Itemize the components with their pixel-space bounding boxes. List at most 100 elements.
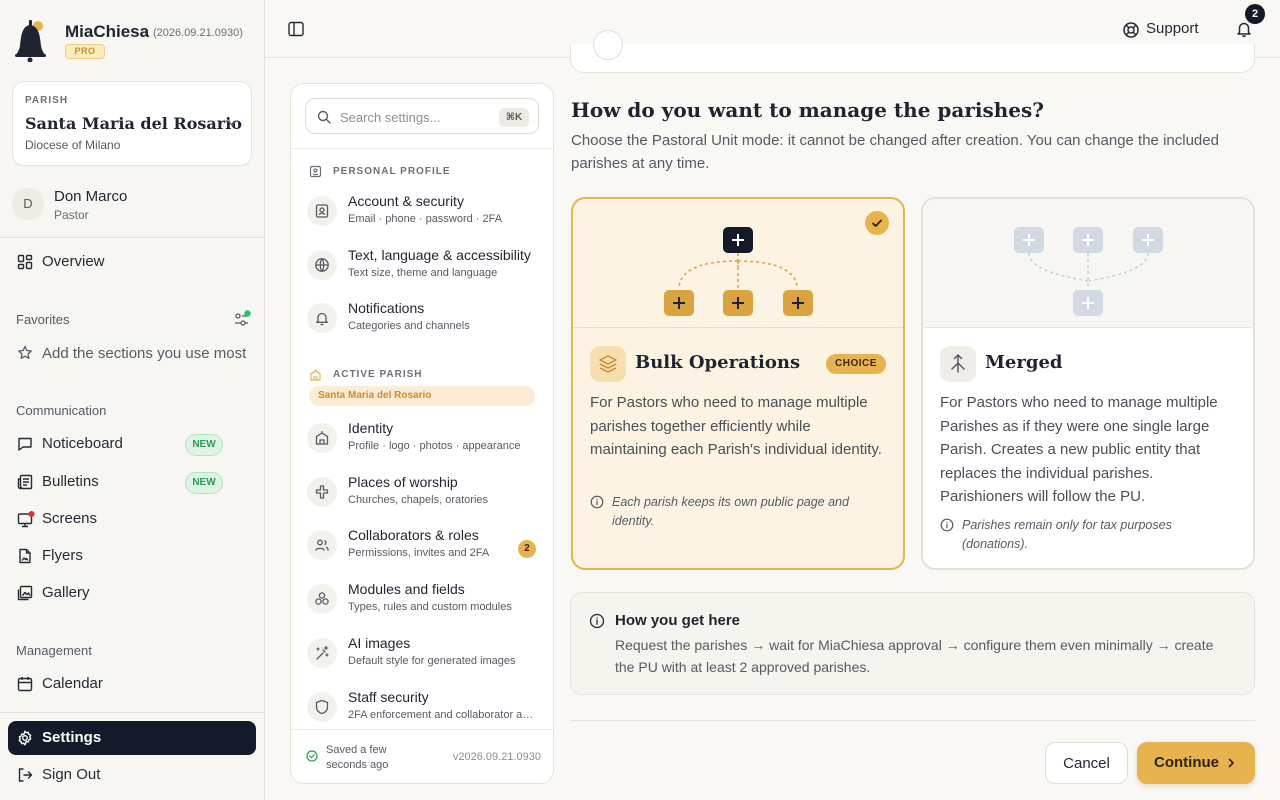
- parish-switcher[interactable]: PARISH Santa Maria del Rosario Diocese o…: [12, 81, 252, 166]
- nav-label: Sign Out: [42, 766, 101, 783]
- continue-button[interactable]: Continue: [1137, 742, 1255, 784]
- nav-label: Overview: [42, 253, 105, 270]
- nav-gallery[interactable]: Gallery: [8, 576, 256, 610]
- merge-diagram-icon: [1014, 227, 1163, 316]
- user-profile[interactable]: D Don Marco Pastor: [12, 186, 252, 226]
- settings-item-ai-images[interactable]: AI images Default style for generated im…: [305, 634, 545, 682]
- layers-icon: [590, 346, 626, 382]
- sidebar-toggle-icon[interactable]: [287, 20, 305, 38]
- app-name: MiaChiesa: [65, 22, 150, 41]
- how-you-get-here-box: How you get here Request the parishes → …: [570, 592, 1255, 695]
- active-parish-tag: Santa Maria del Rosario: [309, 386, 535, 406]
- nav-noticeboard[interactable]: Noticeboard NEW: [8, 427, 256, 461]
- notifications-count: 2: [1245, 4, 1265, 24]
- settings-item-text-language[interactable]: Text, language & accessibility Text size…: [305, 246, 545, 294]
- settings-item-collaborators[interactable]: Collaborators & roles Permissions, invit…: [305, 526, 545, 574]
- option-merged[interactable]: Merged For Pastors who need to manage mu…: [921, 197, 1255, 570]
- settings-footer: Saved a few seconds ago v2026.09.21.0930: [291, 729, 553, 783]
- gear-icon: [18, 730, 32, 746]
- nav-sign-out[interactable]: Sign Out: [8, 758, 256, 792]
- user-role: Pastor: [54, 208, 89, 222]
- tree-diagram-icon: [664, 227, 813, 316]
- option-title: Merged: [985, 352, 1063, 373]
- cross-icon: [307, 477, 337, 507]
- id-badge-icon: [307, 196, 337, 226]
- cancel-button[interactable]: Cancel: [1045, 742, 1128, 784]
- diocese-name: Diocese of Milano: [25, 138, 121, 152]
- save-status: Saved a few seconds ago: [326, 744, 389, 771]
- new-badge: NEW: [185, 434, 223, 456]
- divider: [570, 720, 1255, 721]
- option-bulk-operations[interactable]: Bulk Operations CHOICE For Pastors who n…: [571, 197, 905, 570]
- build-version: v2026.09.21.0930: [452, 751, 541, 763]
- check-circle-icon: [306, 750, 318, 762]
- settings-search[interactable]: ⌘K: [305, 98, 539, 134]
- message-square-icon: [18, 437, 32, 451]
- merge-icon: [940, 346, 976, 382]
- settings-panel: ⌘K PERSONAL PROFILE Account & security E…: [290, 83, 554, 784]
- avatar: D: [12, 188, 44, 220]
- nav-label: Settings: [42, 729, 102, 746]
- option-note: Each parish keeps its own public page an…: [590, 493, 890, 533]
- plan-badge: PRO: [65, 44, 105, 59]
- nav-label: Gallery: [42, 584, 90, 601]
- church-icon: [310, 369, 321, 381]
- chevron-down-icon: [227, 120, 237, 126]
- favorites-add-label: Add the sections you use most: [42, 345, 247, 362]
- new-badge: NEW: [185, 472, 223, 494]
- support-label: Support: [1146, 20, 1199, 37]
- nav-screens[interactable]: Screens: [8, 502, 256, 536]
- sparkle-brush-icon: [307, 638, 337, 668]
- calendar-icon: [17, 677, 33, 692]
- search-input[interactable]: [340, 107, 490, 127]
- notifications-button[interactable]: 2: [1233, 4, 1265, 42]
- how-description: Request the parishes → wait for MiaChies…: [615, 637, 1214, 675]
- file-image-icon: [19, 548, 31, 564]
- favorites-settings-icon[interactable]: [233, 310, 253, 328]
- grid-icon: [17, 254, 33, 270]
- parish-name: Santa Maria del Rosario: [25, 114, 242, 133]
- log-out-icon: [18, 768, 33, 782]
- search-icon: [317, 110, 331, 124]
- option-description: For Pastors who need to manage multiple …: [590, 394, 882, 458]
- sidebar: MiaChiesa (2026.09.21.0930) PRO PARISH S…: [0, 0, 265, 800]
- nav-label: Calendar: [42, 675, 103, 692]
- user-name: Don Marco: [54, 188, 128, 205]
- settings-item-identity[interactable]: Identity Profile · logo · photos · appea…: [305, 419, 545, 467]
- add-favorites-button[interactable]: Add the sections you use most: [8, 337, 256, 369]
- nav-calendar[interactable]: Calendar: [8, 667, 256, 701]
- page-question: How do you want to manage the parishes?: [571, 98, 1044, 122]
- selected-check-icon: [865, 211, 889, 235]
- brand: MiaChiesa (2026.09.21.0930) PRO: [14, 18, 254, 64]
- monitor-icon: [17, 511, 35, 528]
- nav-bulletins[interactable]: Bulletins NEW: [8, 465, 256, 499]
- newspaper-icon: [17, 474, 33, 490]
- settings-item-notifications[interactable]: Notifications Categories and channels: [305, 299, 545, 347]
- option-title: Bulk Operations: [635, 352, 801, 373]
- settings-item-modules[interactable]: Modules and fields Types, rules and cust…: [305, 580, 545, 628]
- continue-label: Continue: [1154, 754, 1219, 771]
- settings-item-places-of-worship[interactable]: Places of worship Churches, chapels, ora…: [305, 473, 545, 521]
- count-badge: 2: [518, 540, 536, 558]
- images-icon: [17, 585, 33, 601]
- building-icon: [307, 423, 337, 453]
- star-icon: [18, 345, 32, 359]
- nav-overview[interactable]: Overview: [8, 245, 256, 279]
- nav-label: Noticeboard: [42, 435, 123, 452]
- merged-illustration: [923, 199, 1253, 328]
- choice-badge: CHOICE: [826, 354, 886, 374]
- nav-flyers[interactable]: Flyers: [8, 539, 256, 573]
- info-icon: [590, 495, 604, 509]
- settings-item-account[interactable]: Account & security Email · phone · passw…: [305, 192, 545, 240]
- bulk-operations-illustration: [573, 199, 903, 328]
- nav-label: Flyers: [42, 547, 83, 564]
- how-title: How you get here: [615, 612, 741, 629]
- church-bell-logo-icon: [15, 20, 46, 62]
- nav-settings[interactable]: Settings: [8, 721, 256, 755]
- page-subtitle: Choose the Pastoral Unit mode: it cannot…: [571, 132, 1219, 172]
- lifebuoy-icon: [1123, 22, 1139, 38]
- management-heading: Management: [16, 643, 92, 658]
- blocks-icon: [307, 584, 337, 614]
- id-card-icon: [309, 165, 322, 178]
- option-note: Parishes remain only for tax purposes (d…: [940, 516, 1240, 556]
